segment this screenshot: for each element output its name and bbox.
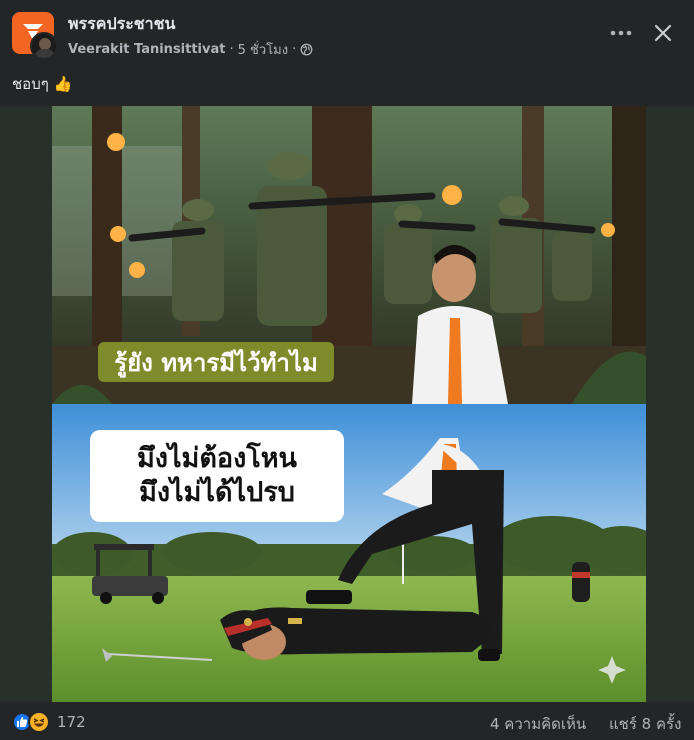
post-meta: Veerakit Taninsittivat · 5 ชั่วโมง · (68, 39, 313, 60)
caption-top: รู้ยัง ทหารมีไว้ทำไม (98, 342, 334, 382)
caption-bottom-line2: มึงไม่ได้ไปรบ (139, 477, 295, 508)
more-options-button[interactable] (604, 18, 638, 48)
page-avatar[interactable] (12, 12, 58, 60)
close-icon (654, 24, 672, 42)
page-name-link[interactable]: พรรคประชาชน (68, 12, 175, 37)
image-panel-top: รู้ยัง ทหารมีไว้ทำไม (52, 106, 646, 404)
post-image[interactable]: รู้ยัง ทหารมีไว้ทำไม มึงไม่ต้องโหน มึงไม… (0, 106, 694, 702)
image-panel-bottom: มึงไม่ต้องโหน มึงไม่ได้ไปรบ (52, 404, 646, 702)
post-footer: 172 4 ความคิดเห็น แชร์ 8 ครั้ง (0, 702, 694, 740)
comments-count-link[interactable]: 4 ความคิดเห็น (490, 712, 586, 736)
meta-separator: · (229, 42, 234, 57)
post-message: ชอบๆ 👍 (12, 75, 73, 93)
close-button[interactable] (646, 16, 680, 50)
reaction-count: 172 (57, 713, 86, 731)
shares-count-link[interactable]: แชร์ 8 ครั้ง (609, 712, 681, 736)
post-header: พรรคประชาชน Veerakit Taninsittivat · 5 ช… (0, 0, 694, 68)
post-time-link[interactable]: 5 ชั่วโมง (238, 39, 288, 60)
globe-icon[interactable] (300, 43, 313, 56)
ellipsis-icon (610, 30, 632, 36)
facebook-post: พรรคประชาชน Veerakit Taninsittivat · 5 ช… (0, 0, 694, 740)
author-avatar[interactable] (30, 32, 58, 60)
meta-separator-2: · (292, 42, 297, 57)
caption-bottom-line1: มึงไม่ต้องโหน (136, 443, 298, 474)
author-name-link[interactable]: Veerakit Taninsittivat (68, 42, 225, 57)
haha-reaction-icon (28, 711, 50, 733)
caption-bottom: มึงไม่ต้องโหน มึงไม่ได้ไปรบ (90, 430, 344, 522)
reactions-summary[interactable]: 172 (12, 711, 86, 733)
